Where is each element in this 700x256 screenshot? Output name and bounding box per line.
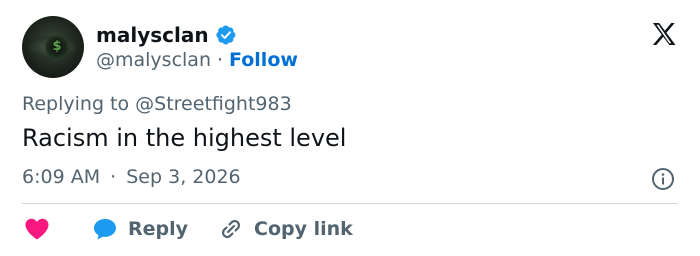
author-display-name[interactable]: malysclan (96, 23, 209, 47)
timestamp-separator: · (110, 166, 117, 188)
tweet-timestamp[interactable]: 6:09 AM · Sep 3, 2026 (22, 166, 241, 188)
reply-label: Reply (128, 218, 189, 240)
divider (22, 203, 678, 204)
x-logo-icon[interactable] (650, 20, 678, 48)
handle-separator: · (216, 49, 224, 71)
tweet-time: 6:09 AM (22, 166, 101, 188)
avatar-iris: $ (45, 35, 69, 59)
info-icon[interactable] (651, 167, 675, 191)
copy-link-button[interactable]: Copy link (218, 216, 353, 242)
replying-to[interactable]: Replying to @Streetfight983 (22, 93, 292, 115)
reply-button[interactable]: Reply (50, 217, 188, 241)
copy-link-label: Copy link (254, 218, 353, 240)
follow-button[interactable]: Follow (229, 49, 298, 71)
tweet-date: Sep 3, 2026 (126, 166, 241, 188)
tweet-text: Racism in the highest level (22, 124, 347, 152)
avatar[interactable]: $ (22, 16, 84, 78)
author-handle-row: @malysclan · Follow (96, 48, 298, 72)
tweet-actions: Reply Copy link (24, 214, 353, 244)
author-name-row: malysclan (96, 22, 237, 48)
reply-bubble-icon (94, 219, 116, 240)
author-handle[interactable]: @malysclan (96, 49, 211, 71)
heart-icon[interactable] (24, 217, 50, 241)
verified-badge-icon (215, 25, 235, 45)
tweet-card: $ malysclan @malysclan · Follow Replying… (0, 0, 700, 256)
link-icon (221, 219, 241, 239)
